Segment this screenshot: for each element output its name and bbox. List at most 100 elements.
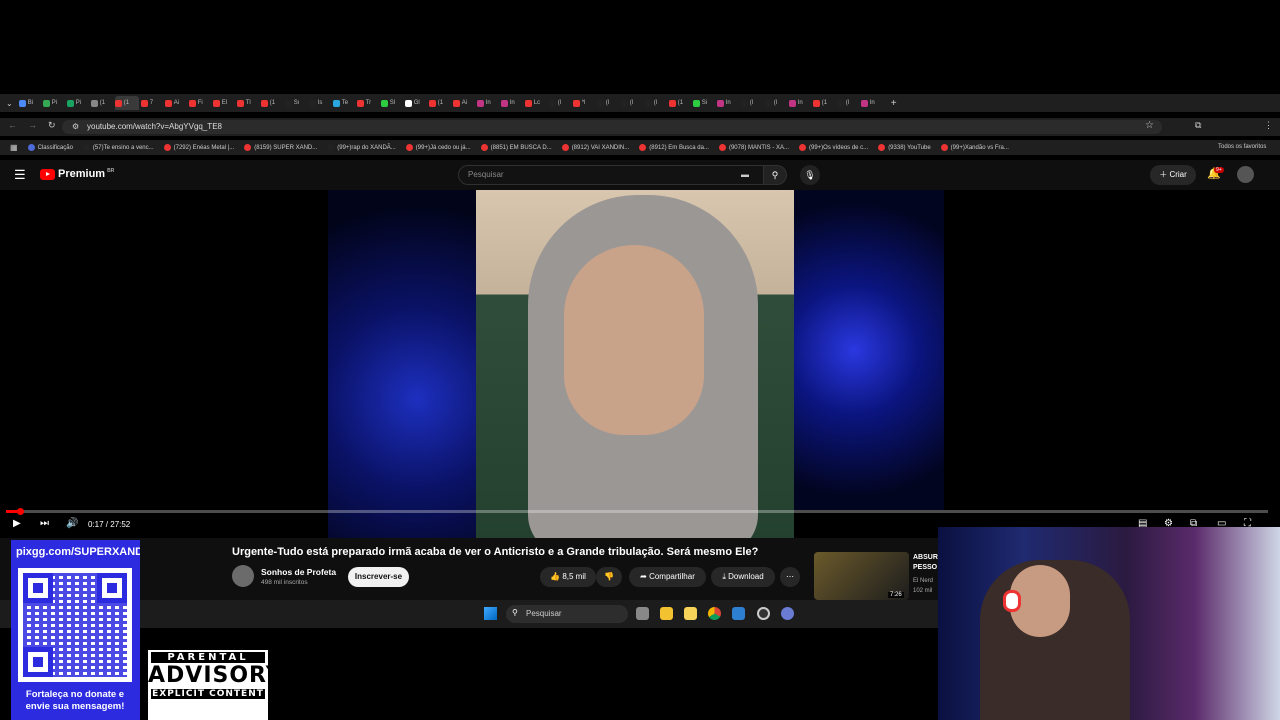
browser-tab[interactable]: Ai — [452, 96, 475, 110]
tab-title: Te — [341, 100, 349, 106]
youtube-logo[interactable]: Premium BR — [40, 168, 114, 180]
browser-tab[interactable]: Tr — [356, 96, 379, 110]
app-icon[interactable] — [732, 607, 745, 620]
apps-icon[interactable]: ▦ — [10, 143, 18, 152]
download-button[interactable]: ⤓ Download — [711, 567, 775, 587]
browser-tab[interactable]: Sl — [380, 96, 403, 110]
hamburger-menu-icon[interactable]: ☰ — [14, 167, 26, 183]
bookmark-item[interactable]: (8851) EM BUSCA D... — [480, 144, 552, 151]
volume-icon[interactable]: 🔊 — [66, 518, 78, 529]
browser-tab[interactable]: (l — [836, 96, 859, 110]
bookmark-item[interactable]: (7292) Enéas Metal |... — [163, 144, 234, 151]
next-icon[interactable]: ⏭ — [40, 518, 49, 529]
browser-tab[interactable]: In — [476, 96, 499, 110]
bookmark-item[interactable]: (8912) Em Busca da... — [639, 144, 709, 151]
tab-title: Si — [701, 100, 708, 106]
address-bar[interactable]: youtube.com/watch?v=AbgYVgq_TE8 — [62, 120, 1162, 134]
tab-favicon-icon — [644, 99, 652, 107]
browser-tab[interactable]: Pi — [42, 96, 65, 110]
keyboard-icon[interactable]: ▬ — [741, 170, 749, 179]
play-icon[interactable]: ▶ — [13, 518, 21, 529]
extensions-icon[interactable]: ⧉ — [1195, 120, 1201, 131]
windows-start-icon[interactable] — [484, 607, 497, 620]
bookmark-item[interactable]: (9078) MANTIS - XA... — [718, 144, 789, 151]
like-button[interactable]: 👍 8,5 mil — [540, 567, 596, 587]
browser-tab[interactable]: Si — [692, 96, 715, 110]
reload-icon[interactable]: ↻ — [48, 120, 56, 131]
qr-finder-tr — [97, 573, 127, 603]
browser-tab[interactable]: In — [716, 96, 739, 110]
browser-tab[interactable]: Te — [332, 96, 355, 110]
back-icon[interactable]: ← — [8, 120, 17, 130]
browser-tab[interactable]: Bi — [18, 96, 41, 110]
forward-icon[interactable]: → — [28, 120, 37, 130]
browser-tab[interactable]: *l — [572, 96, 595, 110]
browser-tab[interactable]: Pi — [66, 96, 89, 110]
obs-icon[interactable] — [757, 607, 770, 620]
browser-tab[interactable]: (l — [740, 96, 763, 110]
browser-tab[interactable]: (1 — [114, 96, 139, 110]
taskbar-search[interactable]: Pesquisar — [506, 605, 628, 623]
settings-app-icon[interactable] — [781, 607, 794, 620]
browser-tab[interactable]: (l — [764, 96, 787, 110]
browser-tab[interactable]: Gl — [404, 96, 427, 110]
browser-tab[interactable]: (l — [620, 96, 643, 110]
bookmark-item[interactable]: (99+)Xandão vs Fra... — [940, 144, 1009, 151]
bookmark-star-icon[interactable]: ☆ — [1145, 120, 1154, 131]
bookmark-item[interactable]: (99+)Os vídeos de c... — [798, 144, 868, 151]
browser-tab[interactable]: (1 — [428, 96, 451, 110]
search-button[interactable]: ⚲ — [763, 165, 787, 185]
progress-bar[interactable] — [6, 510, 1268, 513]
browser-tab[interactable]: In — [860, 96, 883, 110]
share-button[interactable]: ➦ Compartilhar — [629, 567, 706, 587]
dislike-button[interactable]: 👎 — [596, 567, 622, 587]
bookmark-item[interactable]: (99+)Já cedo ou já... — [405, 144, 471, 151]
browser-tab[interactable]: (1 — [90, 96, 113, 110]
subscribe-button[interactable]: Inscrever-se — [348, 567, 409, 587]
tab-list-icon[interactable]: ⌄ — [6, 99, 13, 108]
new-tab-icon[interactable]: + — [891, 98, 897, 109]
browser-tab[interactable]: (l — [548, 96, 571, 110]
browser-tab[interactable]: Sı — [284, 96, 307, 110]
site-info-icon[interactable]: ⚙ — [72, 122, 79, 131]
bookmark-label: (8851) EM BUSCA D... — [490, 144, 552, 151]
bookmark-label: (8912) VAI XANDIN... — [571, 144, 630, 151]
recommended-title[interactable]: ABSUR PESSO — [913, 553, 938, 573]
bookmark-item[interactable]: (8159) SUPER XAND... — [244, 144, 317, 151]
task-view-icon[interactable] — [636, 607, 649, 620]
bookmark-item[interactable]: (9338) YouTube — [878, 144, 931, 151]
browser-tab[interactable]: (1 — [812, 96, 835, 110]
browser-tab[interactable]: Lc — [524, 96, 547, 110]
bookmark-item[interactable]: (99+)rap do XANDÃ... — [327, 144, 396, 151]
all-bookmarks[interactable]: Todos os favoritos — [1218, 144, 1266, 150]
more-actions-button[interactable]: ⋯ — [780, 567, 800, 587]
scrubber-handle[interactable] — [17, 508, 24, 515]
bookmark-item[interactable]: Classificação — [27, 144, 73, 151]
bookmark-item[interactable]: (8912) VAI XANDIN... — [561, 144, 630, 151]
browser-tab[interactable]: Tl — [236, 96, 259, 110]
tab-title: (l — [557, 100, 562, 106]
browser-tab[interactable]: (l — [596, 96, 619, 110]
browser-tab[interactable]: (l — [644, 96, 667, 110]
store-icon[interactable] — [684, 607, 697, 620]
search-input[interactable]: Pesquisar — [458, 165, 764, 185]
browser-tab[interactable]: (1 — [668, 96, 691, 110]
create-button[interactable]: ＋ Criar — [1150, 165, 1196, 185]
browser-tab[interactable]: (1 — [260, 96, 283, 110]
voice-search-button[interactable]: 🎙 — [800, 165, 820, 185]
chrome-icon[interactable] — [708, 607, 721, 620]
tab-favicon-icon — [476, 99, 484, 107]
bookmark-item[interactable]: (57)Te ensino a venc... — [82, 144, 154, 151]
channel-avatar[interactable] — [232, 565, 254, 587]
browser-tab[interactable]: El — [212, 96, 235, 110]
file-explorer-icon[interactable] — [660, 607, 673, 620]
browser-tab[interactable]: Ai — [164, 96, 187, 110]
channel-name[interactable]: Sonhos de Profeta — [261, 567, 336, 577]
browser-tab[interactable]: 7 — [140, 96, 163, 110]
browser-tab[interactable]: Fi — [188, 96, 211, 110]
browser-tab[interactable]: Is — [308, 96, 331, 110]
menu-dots-icon[interactable]: ⋮ — [1264, 120, 1273, 131]
browser-tab[interactable]: In — [788, 96, 811, 110]
user-avatar[interactable] — [1237, 166, 1254, 183]
browser-tab[interactable]: In — [500, 96, 523, 110]
